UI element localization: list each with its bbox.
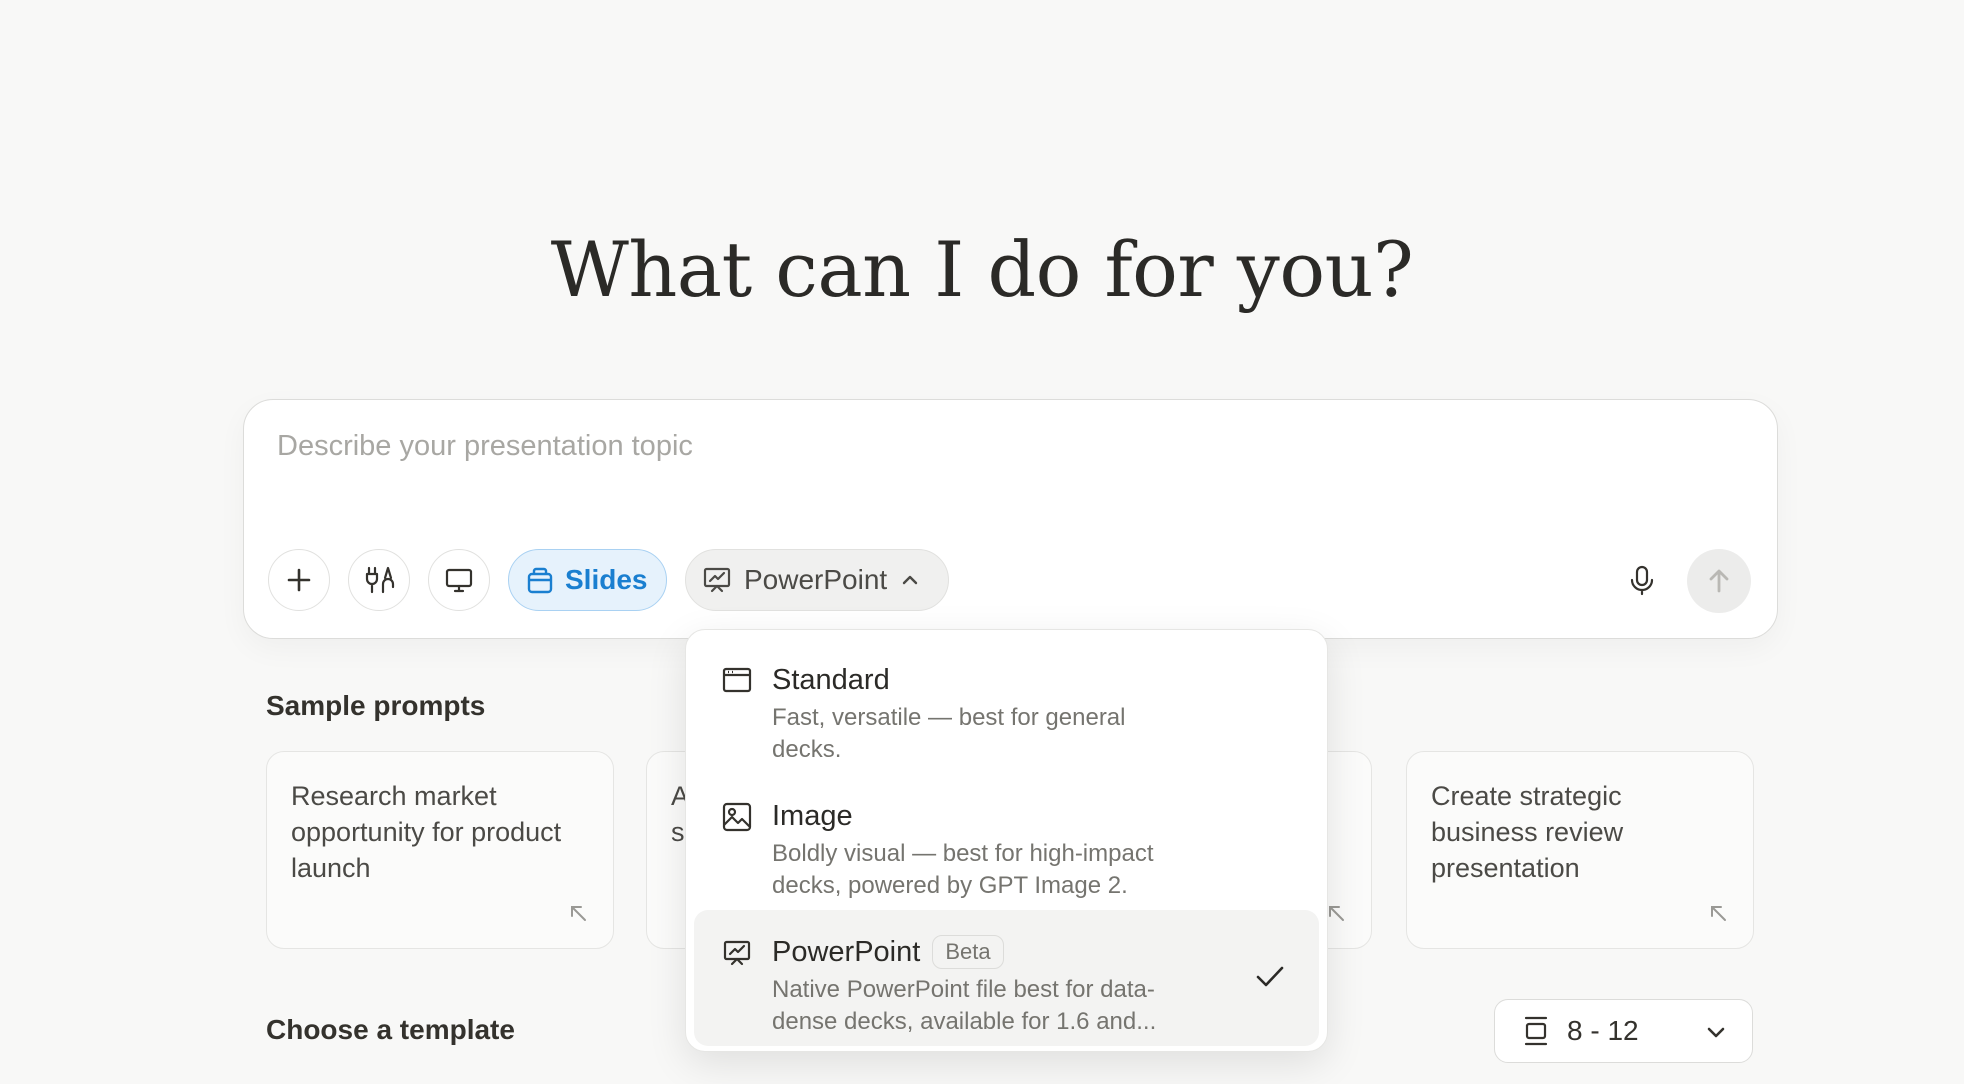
checkmark-icon xyxy=(1256,966,1284,987)
format-dropdown-menu: Standard Fast, versatile — best for gene… xyxy=(685,629,1328,1052)
prompt-composer: Slides PowerPoint xyxy=(243,399,1778,639)
slides-label: Slides xyxy=(565,564,648,595)
option-title: Image xyxy=(772,800,853,832)
beta-badge: Beta xyxy=(932,935,1004,969)
add-button[interactable] xyxy=(268,549,330,611)
option-description: Fast, versatile — best for general decks… xyxy=(772,704,1126,763)
format-option-image[interactable]: Image Boldly visual — best for high-impa… xyxy=(694,774,1319,910)
format-option-powerpoint[interactable]: PowerPoint Beta Native PowerPoint file b… xyxy=(694,910,1319,1046)
format-label: PowerPoint xyxy=(744,564,888,595)
choose-template-title: Choose a template xyxy=(266,1014,515,1045)
format-select[interactable]: PowerPoint xyxy=(685,549,949,611)
sample-prompt-text: Research market opportunity for product … xyxy=(291,781,562,883)
presentation-icon xyxy=(703,567,731,593)
plug-icon xyxy=(365,566,395,594)
sample-prompt-card[interactable]: Research market opportunity for product … xyxy=(266,751,614,949)
voice-input-button[interactable] xyxy=(1617,555,1667,605)
slides-bag-icon xyxy=(527,567,553,594)
topic-input[interactable] xyxy=(277,430,1737,490)
option-description: Boldly visual — best for high-impact dec… xyxy=(772,840,1154,899)
connectors-button[interactable] xyxy=(348,549,410,611)
arrow-up-icon xyxy=(1709,569,1729,593)
window-icon xyxy=(722,667,752,693)
page-headline: What can I do for you? xyxy=(550,225,1414,314)
plus-icon xyxy=(287,568,311,592)
option-title: PowerPoint xyxy=(772,936,921,968)
microphone-icon xyxy=(1630,565,1654,596)
slide-count-value: 8 - 12 xyxy=(1567,1015,1639,1046)
sample-prompt-card[interactable]: Create strategic business review present… xyxy=(1406,751,1754,949)
option-description: Native PowerPoint file best for data-den… xyxy=(772,976,1157,1035)
sample-prompts-title: Sample prompts xyxy=(266,690,486,721)
arrow-up-left-icon xyxy=(1329,906,1344,921)
sample-prompt-text: Create strategic business review present… xyxy=(1431,781,1624,883)
screen-button[interactable] xyxy=(428,549,490,611)
presentation-icon xyxy=(723,940,751,966)
format-option-standard[interactable]: Standard Fast, versatile — best for gene… xyxy=(694,638,1319,774)
slides-mode-button[interactable]: Slides xyxy=(508,549,667,611)
slide-count-select[interactable]: 8 - 12 xyxy=(1494,999,1753,1063)
sample-prompt-text: A s xyxy=(671,781,688,847)
slide-range-icon xyxy=(1524,1016,1548,1046)
image-icon xyxy=(722,802,752,832)
send-button[interactable] xyxy=(1687,549,1751,613)
chevron-down-icon xyxy=(1707,1027,1725,1038)
arrow-up-left-icon xyxy=(571,906,586,921)
arrow-up-left-icon xyxy=(1711,906,1726,921)
chevron-up-icon xyxy=(902,575,918,585)
monitor-icon xyxy=(445,568,473,593)
option-title: Standard xyxy=(772,664,890,696)
